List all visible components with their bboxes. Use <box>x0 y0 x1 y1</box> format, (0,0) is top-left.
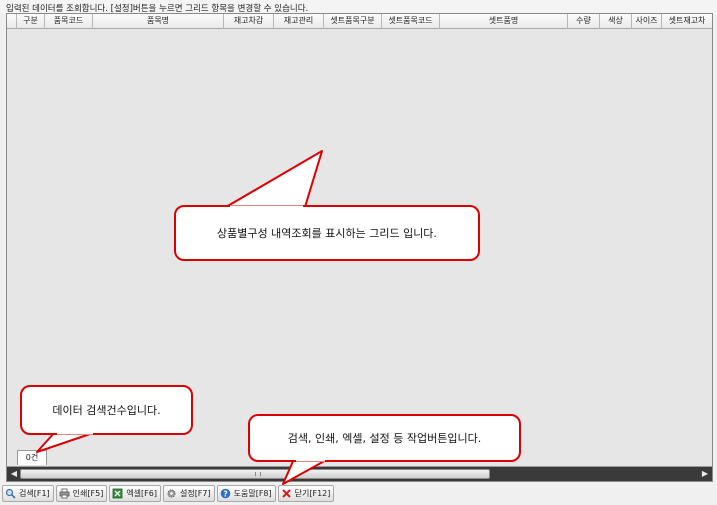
search-button[interactable]: 검색[F1] <box>2 485 54 502</box>
printer-icon <box>59 488 70 499</box>
gear-icon <box>167 489 176 498</box>
help-button[interactable]: ? 도움말[F8] <box>216 485 276 502</box>
excel-icon <box>112 488 123 499</box>
excel-button-label: 엑셀[F6] <box>126 489 157 498</box>
help-button-label: 도움말[F8] <box>233 489 272 498</box>
question-icon: ? <box>220 488 230 499</box>
settings-button[interactable]: 설정[F7] <box>162 485 215 502</box>
svg-text:?: ? <box>223 489 227 498</box>
close-button[interactable]: 닫기[F12] <box>277 485 335 502</box>
search-button-label: 검색[F1] <box>19 489 50 498</box>
callout-buttons-pointer-mask <box>296 458 325 462</box>
magnifier-icon <box>5 488 16 499</box>
print-button[interactable]: 인쇄[F5] <box>55 485 108 502</box>
action-toolbar: 검색[F1] 인쇄[F5] 엑셀[F6] 설정[F7] ? 도움말[F8] 닫기… <box>2 485 335 502</box>
close-button-label: 닫기[F12] <box>294 489 331 498</box>
close-x-icon <box>281 489 291 498</box>
print-button-label: 인쇄[F5] <box>72 489 104 498</box>
excel-button[interactable]: 엑셀[F6] <box>109 485 161 502</box>
settings-button-label: 설정[F7] <box>179 489 211 498</box>
